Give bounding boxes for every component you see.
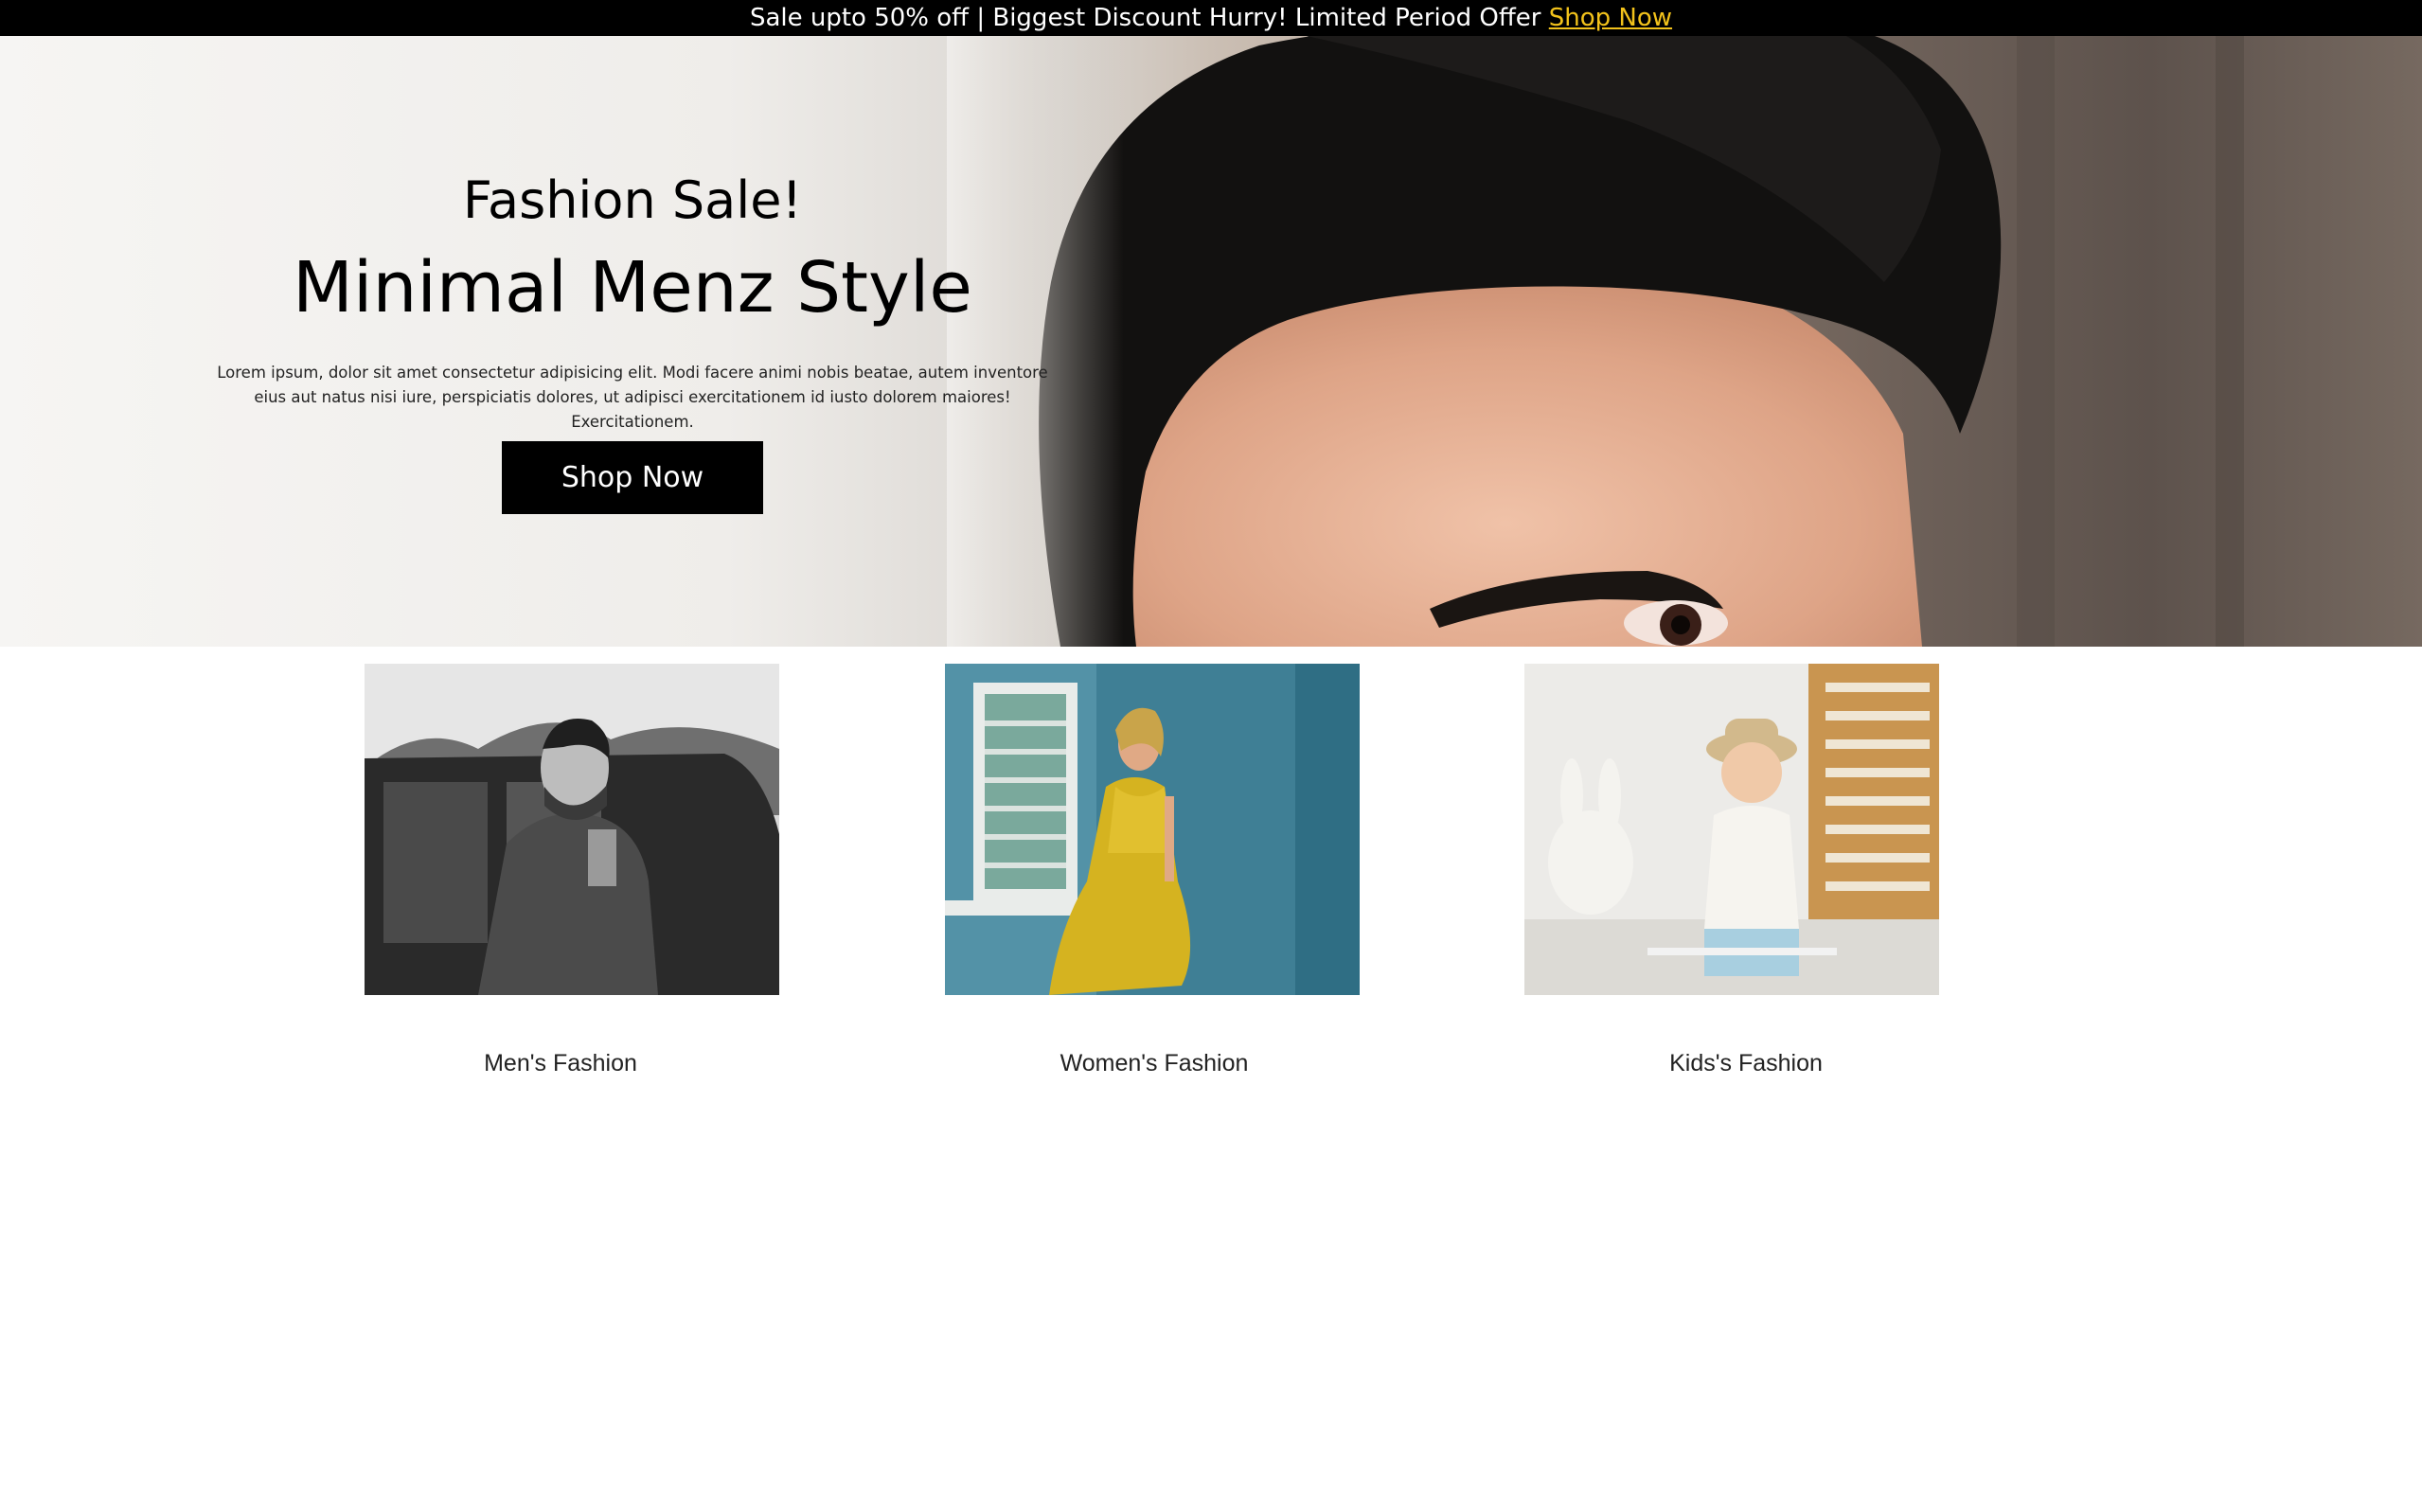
hero-shop-now-button[interactable]: Shop Now (502, 441, 763, 514)
category-image-women[interactable] (945, 664, 1360, 995)
hero-description: Lorem ipsum, dolor sit amet consectetur … (217, 364, 1048, 431)
hero-image (947, 36, 2422, 647)
category-image-men[interactable] (365, 664, 779, 995)
category-image-kids[interactable] (1524, 664, 1939, 995)
category-label-women[interactable]: Women's Fashion (945, 1047, 1363, 1079)
announcement-shop-now-link[interactable]: Shop Now (1549, 4, 1672, 32)
hero-title: Minimal Menz Style (293, 247, 972, 329)
announcement-bar: Sale upto 50% off | Biggest Discount Hur… (0, 0, 2422, 36)
hero-eyebrow: Fashion Sale! (462, 170, 803, 230)
category-label-men[interactable]: Men's Fashion (365, 1047, 757, 1079)
announcement-text: Sale upto 50% off | Biggest Discount Hur… (749, 4, 1549, 32)
category-label-kids[interactable]: Kids's Fashion (1524, 1047, 1968, 1079)
hero-banner: Fashion Sale! Minimal Menz Style Lorem i… (0, 36, 2422, 647)
